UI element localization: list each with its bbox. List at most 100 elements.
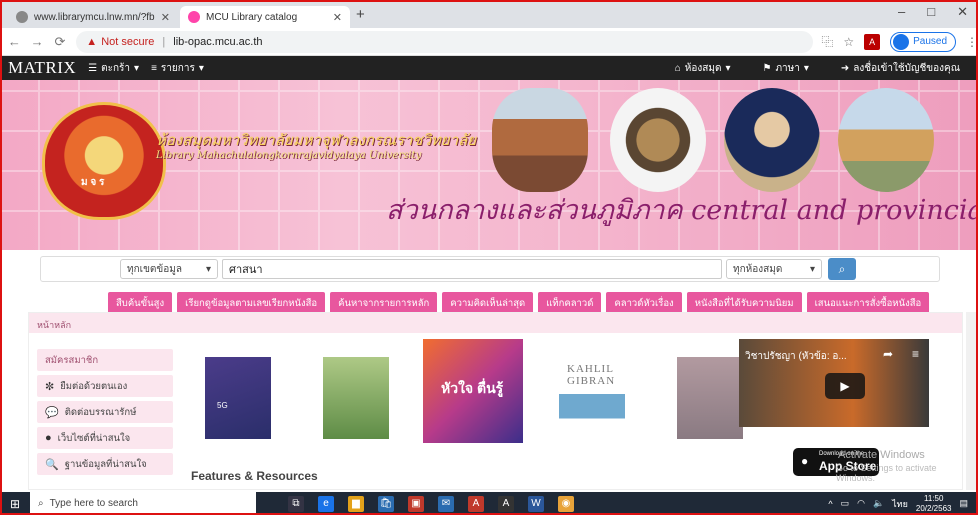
sidebar-item-contact-librarian[interactable]: 💬 ติดต่อบรรณารักษ์ [37, 401, 173, 423]
book-cover-text: 5G [217, 401, 228, 410]
taskbar-search[interactable]: ⌕ Type here to search [30, 492, 256, 515]
chevron-down-icon: ▾ [809, 263, 815, 275]
menu-icon[interactable]: ⋮ [966, 35, 978, 49]
clock-time: 11:50 [923, 493, 944, 503]
search-input[interactable] [222, 259, 722, 279]
battery-icon[interactable]: ▭ [841, 498, 850, 509]
share-icon[interactable]: ➦ [883, 347, 893, 361]
book-cover[interactable]: 5G [175, 339, 293, 449]
browser-tab-bar: www.librarymcu.lnw.mn/?fbclid= ✕ MCU Lib… [0, 0, 978, 28]
sidebar-item-databases[interactable]: 🔍 ฐานข้อมูลที่น่าสนใจ [37, 453, 173, 475]
login-link[interactable]: ➜ ลงชื่อเข้าใช้บัญชีของคุณ [841, 61, 960, 76]
not-secure-label[interactable]: Not secure [101, 36, 154, 48]
youtube-video-embed[interactable]: วิชาปรัชญา (หัวข้อ: อ... ➦ ≡ ▶ [739, 339, 929, 427]
library-select[interactable]: ทุกห้องสมุด ▾ [726, 259, 822, 279]
search-icon: ⌕ [838, 262, 846, 276]
minimize-button[interactable]: – [898, 4, 905, 20]
app-red-icon[interactable]: ▣ [408, 495, 424, 512]
star-icon[interactable]: ☆ [843, 35, 854, 49]
close-icon[interactable]: ✕ [161, 11, 170, 24]
warning-icon: ▲ [86, 35, 98, 48]
playlist-icon[interactable]: ≡ [912, 347, 919, 361]
notifications-icon[interactable]: ▤ [959, 498, 968, 509]
features-heading: Features & Resources [191, 469, 318, 483]
emblem-text: ม จ ร [81, 177, 105, 188]
browser-extensions: ⿻ ☆ A Paused ⋮ [821, 31, 978, 52]
word-icon[interactable]: W [528, 495, 544, 512]
store-icon[interactable]: 🛍 [378, 495, 394, 512]
acrobat-icon[interactable]: A [468, 495, 484, 512]
chrome-icon[interactable]: ◉ [558, 495, 574, 512]
url-field[interactable]: ▲ Not secure | lib-opac.mcu.ac.th [76, 30, 814, 53]
windows-taskbar: ⊞ ⌕ Type here to search ⧉ e ▆ 🛍 ▣ ✉ A A … [0, 492, 978, 515]
mail-icon[interactable]: ✉ [438, 495, 454, 512]
play-icon[interactable]: ▶ [825, 373, 865, 399]
app-a-icon[interactable]: A [498, 495, 514, 512]
taskbar-apps: ⧉ e ▆ 🛍 ▣ ✉ A A W ◉ [288, 495, 574, 512]
breadcrumb-home[interactable]: หน้าหลัก [37, 320, 71, 330]
system-tray: ^ ▭ ◠ 🔈 ไทย 11:50 20/2/2563 ▤ [828, 494, 978, 514]
book-cover[interactable]: หัวใจ ตื่นรู้ [411, 339, 529, 449]
window-controls: – □ ✕ [898, 4, 968, 20]
sidebar-item-label: เว็บไซต์ที่น่าสนใจ [57, 432, 131, 444]
lists-menu[interactable]: ≡ รายการ ▾ [151, 61, 204, 76]
search-button[interactable]: ⌕ [828, 258, 856, 280]
cart-menu[interactable]: ☰ ตะกร้า ▾ [88, 61, 139, 76]
library-banner: ม จ ร ห้องสมุดมหาวิทยาลัยมหาจุฬาลงกรณราช… [0, 80, 978, 250]
browser-tab-librarymcu[interactable]: www.librarymcu.lnw.mn/?fbclid= ✕ [8, 6, 178, 28]
new-tab-button[interactable]: + [356, 6, 365, 23]
library-name-english: Library Mahachulalongkornrajavidyalaya U… [156, 150, 422, 161]
windows-start-icon[interactable]: ⊞ [0, 497, 30, 511]
input-language[interactable]: ไทย [892, 497, 908, 511]
browser-tab-mcu-catalog[interactable]: MCU Library catalog ✕ [180, 6, 350, 28]
search-icon: ⌕ [38, 498, 44, 509]
book-cover[interactable] [293, 339, 411, 449]
clock-date: 20/2/2563 [915, 503, 952, 513]
profile-status: Paused [913, 36, 948, 47]
spinner-icon: ✼ [45, 380, 55, 393]
chevron-down-icon: ▾ [134, 62, 140, 74]
banner-slogan: ส่วนกลางและส่วนภูมิภาค central and provi… [386, 195, 978, 226]
edge-icon[interactable]: e [318, 495, 334, 512]
sidebar-item-label: สมัครสมาชิก [45, 354, 99, 366]
close-window-button[interactable]: ✕ [957, 4, 968, 20]
library-value: ทุกห้องสมุด [733, 263, 783, 275]
url-separator: | [162, 35, 166, 48]
profile-button[interactable]: Paused [890, 31, 957, 52]
volume-icon[interactable]: 🔈 [873, 498, 884, 509]
library-menu[interactable]: ⌂ ห้องสมุด ▾ [675, 61, 731, 76]
reload-icon[interactable]: ⟳ [52, 34, 69, 50]
translate-icon[interactable]: ⿻ [821, 33, 833, 50]
sidebar-item-label: ติดต่อบรรณารักษ์ [64, 406, 137, 418]
maximize-button[interactable]: □ [927, 4, 935, 20]
forward-icon[interactable]: → [29, 34, 46, 49]
globe-icon: ● [45, 432, 52, 444]
back-icon[interactable]: ← [6, 34, 23, 49]
chevron-down-icon: ▾ [205, 263, 211, 275]
activate-windows-subtext: Go to Settings to activate Windows. [836, 463, 937, 483]
task-view-icon[interactable]: ⧉ [288, 495, 304, 512]
university-emblem: ม จ ร [42, 102, 166, 220]
search-scope-select[interactable]: ทุกเขตข้อมูล ▾ [120, 259, 218, 279]
sidebar-item-self-renew[interactable]: ✼ ยืมต่อด้วยตนเอง [37, 375, 173, 397]
book-cover-image [205, 357, 271, 439]
matrix-brand[interactable]: MATRIX [8, 58, 76, 78]
language-menu[interactable]: ⚑ ภาษา ▾ [762, 61, 808, 76]
taskbar-search-placeholder: Type here to search [49, 498, 138, 509]
pdf-extension-icon[interactable]: A [864, 33, 881, 50]
apple-icon: ● [801, 454, 809, 468]
wifi-icon[interactable]: ◠ [857, 498, 865, 509]
building-photo [492, 88, 588, 192]
book-cover-image [323, 357, 389, 439]
file-explorer-icon[interactable]: ▆ [348, 495, 364, 512]
breadcrumb: หน้าหลัก [29, 313, 962, 333]
close-icon[interactable]: ✕ [333, 11, 342, 24]
clock[interactable]: 11:50 20/2/2563 [916, 494, 952, 514]
chat-icon: 💬 [45, 406, 59, 419]
book-cover[interactable]: KAHLIL GIBRAN [529, 339, 647, 449]
video-title[interactable]: วิชาปรัชญา (หัวข้อ: อ... [745, 349, 847, 364]
sidebar-item-websites[interactable]: ● เว็บไซต์ที่น่าสนใจ [37, 427, 173, 449]
show-hidden-icon[interactable]: ^ [828, 499, 832, 509]
scope-value: ทุกเขตข้อมูล [127, 263, 182, 275]
sidebar-item-register[interactable]: สมัครสมาชิก [37, 349, 173, 371]
